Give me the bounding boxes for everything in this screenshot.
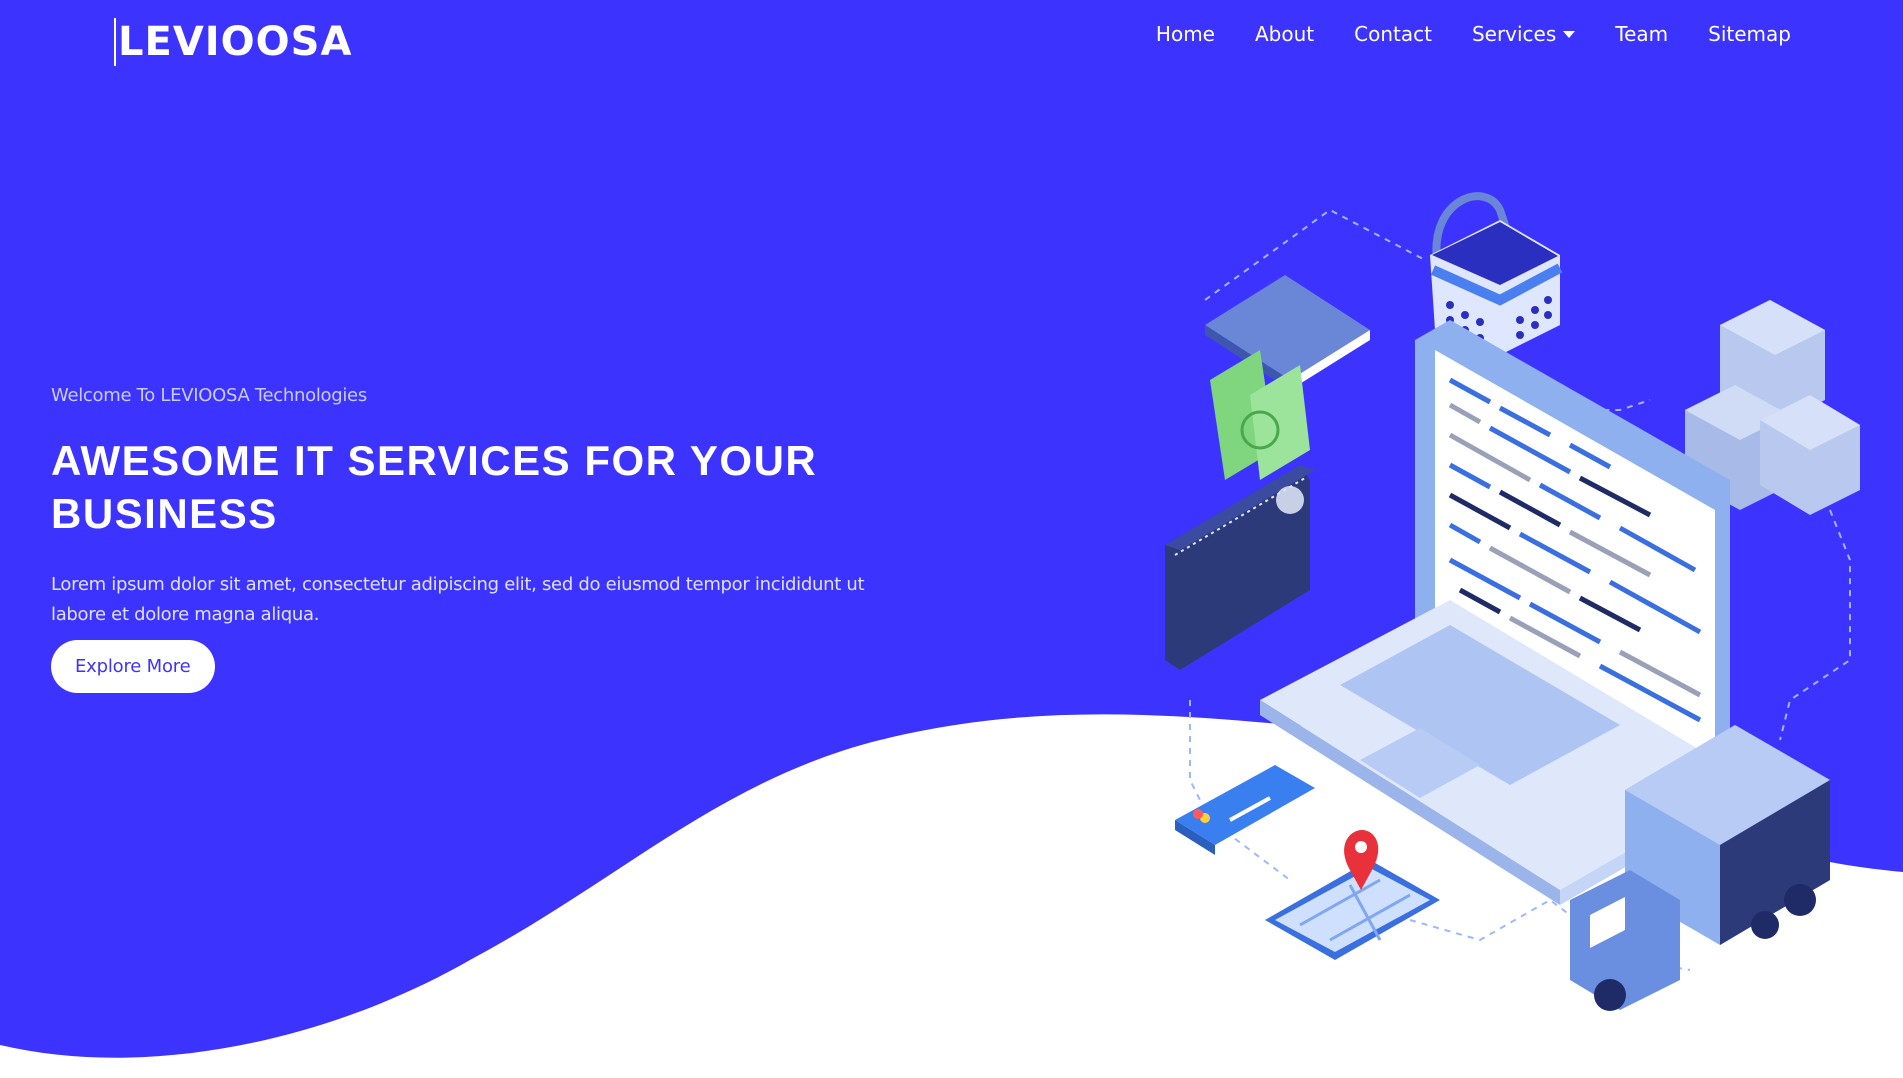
landing-page: LEVIOOSA Home About Contact Services Tea…	[0, 0, 1903, 1078]
nav-sitemap-label: Sitemap	[1708, 22, 1791, 46]
explore-more-button[interactable]: Explore More	[51, 640, 215, 693]
nav-about-label: About	[1254, 22, 1315, 46]
nav-item-sitemap[interactable]: Sitemap	[1688, 20, 1791, 48]
map-phone-icon	[1265, 860, 1440, 960]
nav-item-services[interactable]: Services	[1452, 20, 1595, 48]
nav-item-team[interactable]: Team	[1595, 20, 1688, 48]
nav-home-label: Home	[1155, 22, 1215, 46]
hero-section: Welcome To LEVIOOSA Technologies AWESOME…	[51, 385, 931, 693]
main-nav: Home About Contact Services Team Sitemap	[1136, 20, 1791, 48]
credit-card-icon	[1175, 765, 1315, 855]
hero-welcome: Welcome To LEVIOOSA Technologies	[51, 385, 367, 406]
nav-contact-label: Contact	[1354, 22, 1432, 46]
caret-down-icon	[1563, 30, 1576, 38]
hero-illustration	[1165, 192, 1860, 1011]
wallet-icon	[1165, 350, 1315, 670]
hero-headline: AWESOME IT SERVICES FOR YOUR BUSINESS	[51, 437, 818, 537]
nav-team-label: Team	[1615, 22, 1669, 46]
site-header: LEVIOOSA Home About Contact Services Tea…	[0, 0, 1903, 80]
nav-item-home[interactable]: Home	[1136, 20, 1235, 48]
site-logo[interactable]: LEVIOOSA	[114, 18, 352, 66]
nav-item-about[interactable]: About	[1235, 20, 1334, 48]
hero-description: Lorem ipsum dolor sit amet, consectetur …	[51, 574, 865, 625]
nav-item-contact[interactable]: Contact	[1334, 20, 1452, 48]
nav-services-label: Services	[1471, 22, 1557, 46]
